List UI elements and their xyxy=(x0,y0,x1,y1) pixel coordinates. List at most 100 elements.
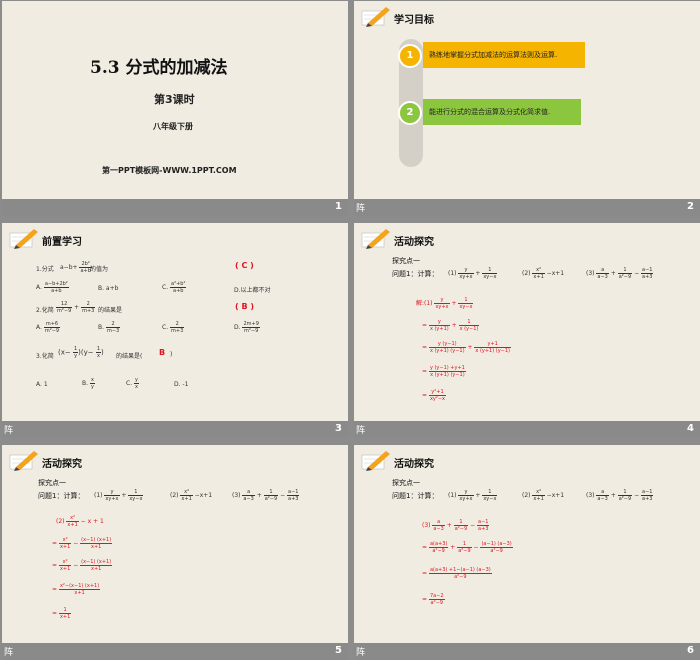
solution-step-3: = x² x+1 − (x−1) (x+1) x+1 xyxy=(52,559,113,572)
part-1-expression: (1) y xy+x + 1 xy−x xyxy=(94,489,144,502)
solution-step-4: = x²−(x−1) (x+1) x+1 xyxy=(52,583,101,596)
q1-label: 1.分式 xyxy=(36,266,54,273)
solution-step-5: = 1 x+1 xyxy=(52,607,72,620)
goal-1-badge: 1 xyxy=(398,44,422,68)
q3-option-a: A. 1 xyxy=(36,381,48,388)
lesson-title: 5.3 分式的加减法 xyxy=(90,58,228,78)
slide-header: 学习目标 xyxy=(360,5,540,27)
goal-2-badge: 2 xyxy=(398,101,422,125)
q3-option-b: B. xy xyxy=(82,377,95,390)
slide-header-title: 活动探究 xyxy=(42,459,82,470)
goal-1-text: 熟练地掌握分式加减法的运算法则及运算. xyxy=(423,42,585,68)
pencil-notebook-icon xyxy=(361,229,390,249)
notes-glyph: 阵 xyxy=(356,426,366,436)
solution-step-5: = y²+1 xy²−x xyxy=(422,389,447,402)
part-3-expression: (3) a a−3 + 1 a²−9 − a−1 a+3 xyxy=(586,489,654,502)
slide-thumbnail-2[interactable]: 学习目标 1 熟练地掌握分式加减法的运算法则及运算. 2 能进行分式的混合运算及… xyxy=(354,1,700,216)
explore-point: 探究点一 xyxy=(392,479,420,487)
q2-option-a: A. m+6 m²−9 xyxy=(36,321,61,334)
slide-header-title: 活动探究 xyxy=(394,459,434,470)
explore-point: 探究点一 xyxy=(38,479,66,487)
q3-close: ) xyxy=(170,351,173,358)
slide-number: 1 xyxy=(335,201,342,212)
q2-option-b: B. 2 m−3 xyxy=(98,321,121,334)
slide-thumbnail-5[interactable]: 活动探究 探究点一 问题1：计算： (1) y xy+x + 1 xy−x (2) … xyxy=(2,445,348,660)
part-3-expression: (3) a a−3 + 1 a²−9 − a−1 a+3 xyxy=(586,267,654,280)
lesson-subtitle: 第3课时 xyxy=(154,93,195,106)
pencil-notebook-icon xyxy=(361,451,390,471)
q1-option-a: A. a−b+2b² a+b xyxy=(36,281,69,294)
slide-status-bar: 阵 6 xyxy=(354,643,700,660)
slide-number: 5 xyxy=(335,645,342,656)
grade-label: 八年级下册 xyxy=(153,122,193,131)
explore-point: 探究点一 xyxy=(392,257,420,265)
part-3-expression: (3) a a−3 + 1 a²−9 − a−1 a+3 xyxy=(232,489,300,502)
solution-step-3: = a(a+3) +1−(a−1) (a−3) a²−9 xyxy=(422,567,492,580)
notes-glyph: 阵 xyxy=(356,648,366,658)
slide-number: 3 xyxy=(335,423,342,434)
q2-option-d: D. 2m+9 m²−9 xyxy=(234,321,260,334)
solution-step-3: = y (y−1) x (y+1) (y−1) + y+1 x (y+1) (y−1… xyxy=(422,341,511,354)
q1-option-c: C. a²+b² a+b xyxy=(162,281,187,294)
slide-status-bar: 阵 3 xyxy=(2,421,348,438)
slide-status-bar: 阵 2 xyxy=(354,199,700,216)
notes-glyph: 阵 xyxy=(4,426,14,436)
notes-glyph: 阵 xyxy=(356,204,366,214)
goal-2-text: 能进行分式的混合运算及分式化简求值. xyxy=(423,99,581,125)
part-2-expression: (2) x² x+1 −x+1 xyxy=(522,489,565,502)
solution-step-2: = yx (y+1) + 1x (y−1) xyxy=(422,319,480,332)
slide-status-bar: 阵 5 xyxy=(2,643,348,660)
slide-thumbnail-3[interactable]: 前置学习 1.分式 a−b+ 2b² a+b 的值为 ( C ) A. a−b+2… xyxy=(2,223,348,438)
slide-number: 6 xyxy=(687,645,694,656)
q2-expression: 12 m²−9 + 2 m+3 xyxy=(56,301,96,314)
slide-header-title: 学习目标 xyxy=(394,15,434,26)
solution-step-4: = 7a−2 a²−9 xyxy=(422,593,445,606)
part-2-expression: (2) x² x+1 −x+1 xyxy=(522,267,565,280)
pencil-notebook-icon xyxy=(9,451,38,471)
q1-answer: ( C ) xyxy=(235,261,254,270)
slide-thumbnail-4[interactable]: 活动探究 探究点一 问题1：计算： (1) y xy+x + 1 xy−x (2) … xyxy=(354,223,700,438)
solution-step-2: = x² x+1 − (x−1) (x+1) x+1 xyxy=(52,537,113,550)
q3-tail: 的结果是( xyxy=(116,353,143,360)
slide-status-bar: 1 xyxy=(2,199,348,216)
part-2-expression: (2) x² x+1 −x+1 xyxy=(170,489,213,502)
slide-number: 2 xyxy=(687,201,694,212)
solution-step-1: (3) a a−3 + 1 a²−9 − a−1 a+3 xyxy=(422,519,490,532)
q2-answer: ( B ) xyxy=(235,302,254,311)
solution-step-2: = a(a+3) a²−9 + 1 a²−9 − (a−1) (a−3) a²−9 xyxy=(422,541,513,554)
notes-glyph: 阵 xyxy=(4,648,14,658)
slide-header: 活动探究 xyxy=(360,227,540,249)
part-1-expression: (1) y xy+x + 1 xy−x xyxy=(448,489,498,502)
slide-header: 活动探究 xyxy=(360,449,540,471)
q3-label: 3.化简 xyxy=(36,353,54,360)
slide-header: 前置学习 xyxy=(8,227,188,249)
pencil-notebook-icon xyxy=(9,229,38,249)
q3-answer: B xyxy=(159,348,166,357)
brand-text: 第一PPT模板网-WWW.1PPT.COM xyxy=(102,166,237,175)
solution-step-1: 解:(1) y xy+x + 1 xy−x xyxy=(416,297,474,310)
q1-tail: 的值为 xyxy=(90,266,109,273)
slide-header-title: 活动探究 xyxy=(394,237,434,248)
q1-expression: a−b+ 2b² a+b xyxy=(60,261,92,274)
solution-step-1: (2) x² x+1 − x + 1 xyxy=(56,515,104,528)
slide-number: 4 xyxy=(687,423,694,434)
q1-option-d: D.以上都不对 xyxy=(234,287,271,294)
part-1-expression: (1) y xy+x + 1 xy−x xyxy=(448,267,498,280)
q1-option-b: B. a+b xyxy=(98,285,119,292)
slide-status-bar: 阵 4 xyxy=(354,421,700,438)
slide-thumbnail-6[interactable]: 活动探究 探究点一 问题1：计算： (1) y xy+x + 1 xy−x (2) … xyxy=(354,445,700,660)
q3-option-c: C. yx xyxy=(126,377,139,390)
q2-option-c: C. 2 m+3 xyxy=(162,321,185,334)
q2-tail: 的结果是 xyxy=(98,307,123,314)
slide-header: 活动探究 xyxy=(8,449,188,471)
slide-header-title: 前置学习 xyxy=(42,237,82,248)
question-label: 问题1：计算： xyxy=(38,492,85,500)
q3-option-d: D. -1 xyxy=(174,381,189,388)
slide-thumbnail-1[interactable]: 5.3 分式的加减法 第3课时 八年级下册 第一PPT模板网-WWW.1PPT.… xyxy=(2,1,348,216)
q3-expression: (x− 1 y)(y− 1 x) xyxy=(58,346,104,359)
question-label: 问题1：计算： xyxy=(392,270,439,278)
q2-label: 2.化简 xyxy=(36,307,54,314)
pencil-notebook-icon xyxy=(361,7,390,27)
question-label: 问题1：计算： xyxy=(392,492,439,500)
solution-step-4: = y (y−1) +y+1 x (y+1) (y−1) xyxy=(422,365,466,378)
